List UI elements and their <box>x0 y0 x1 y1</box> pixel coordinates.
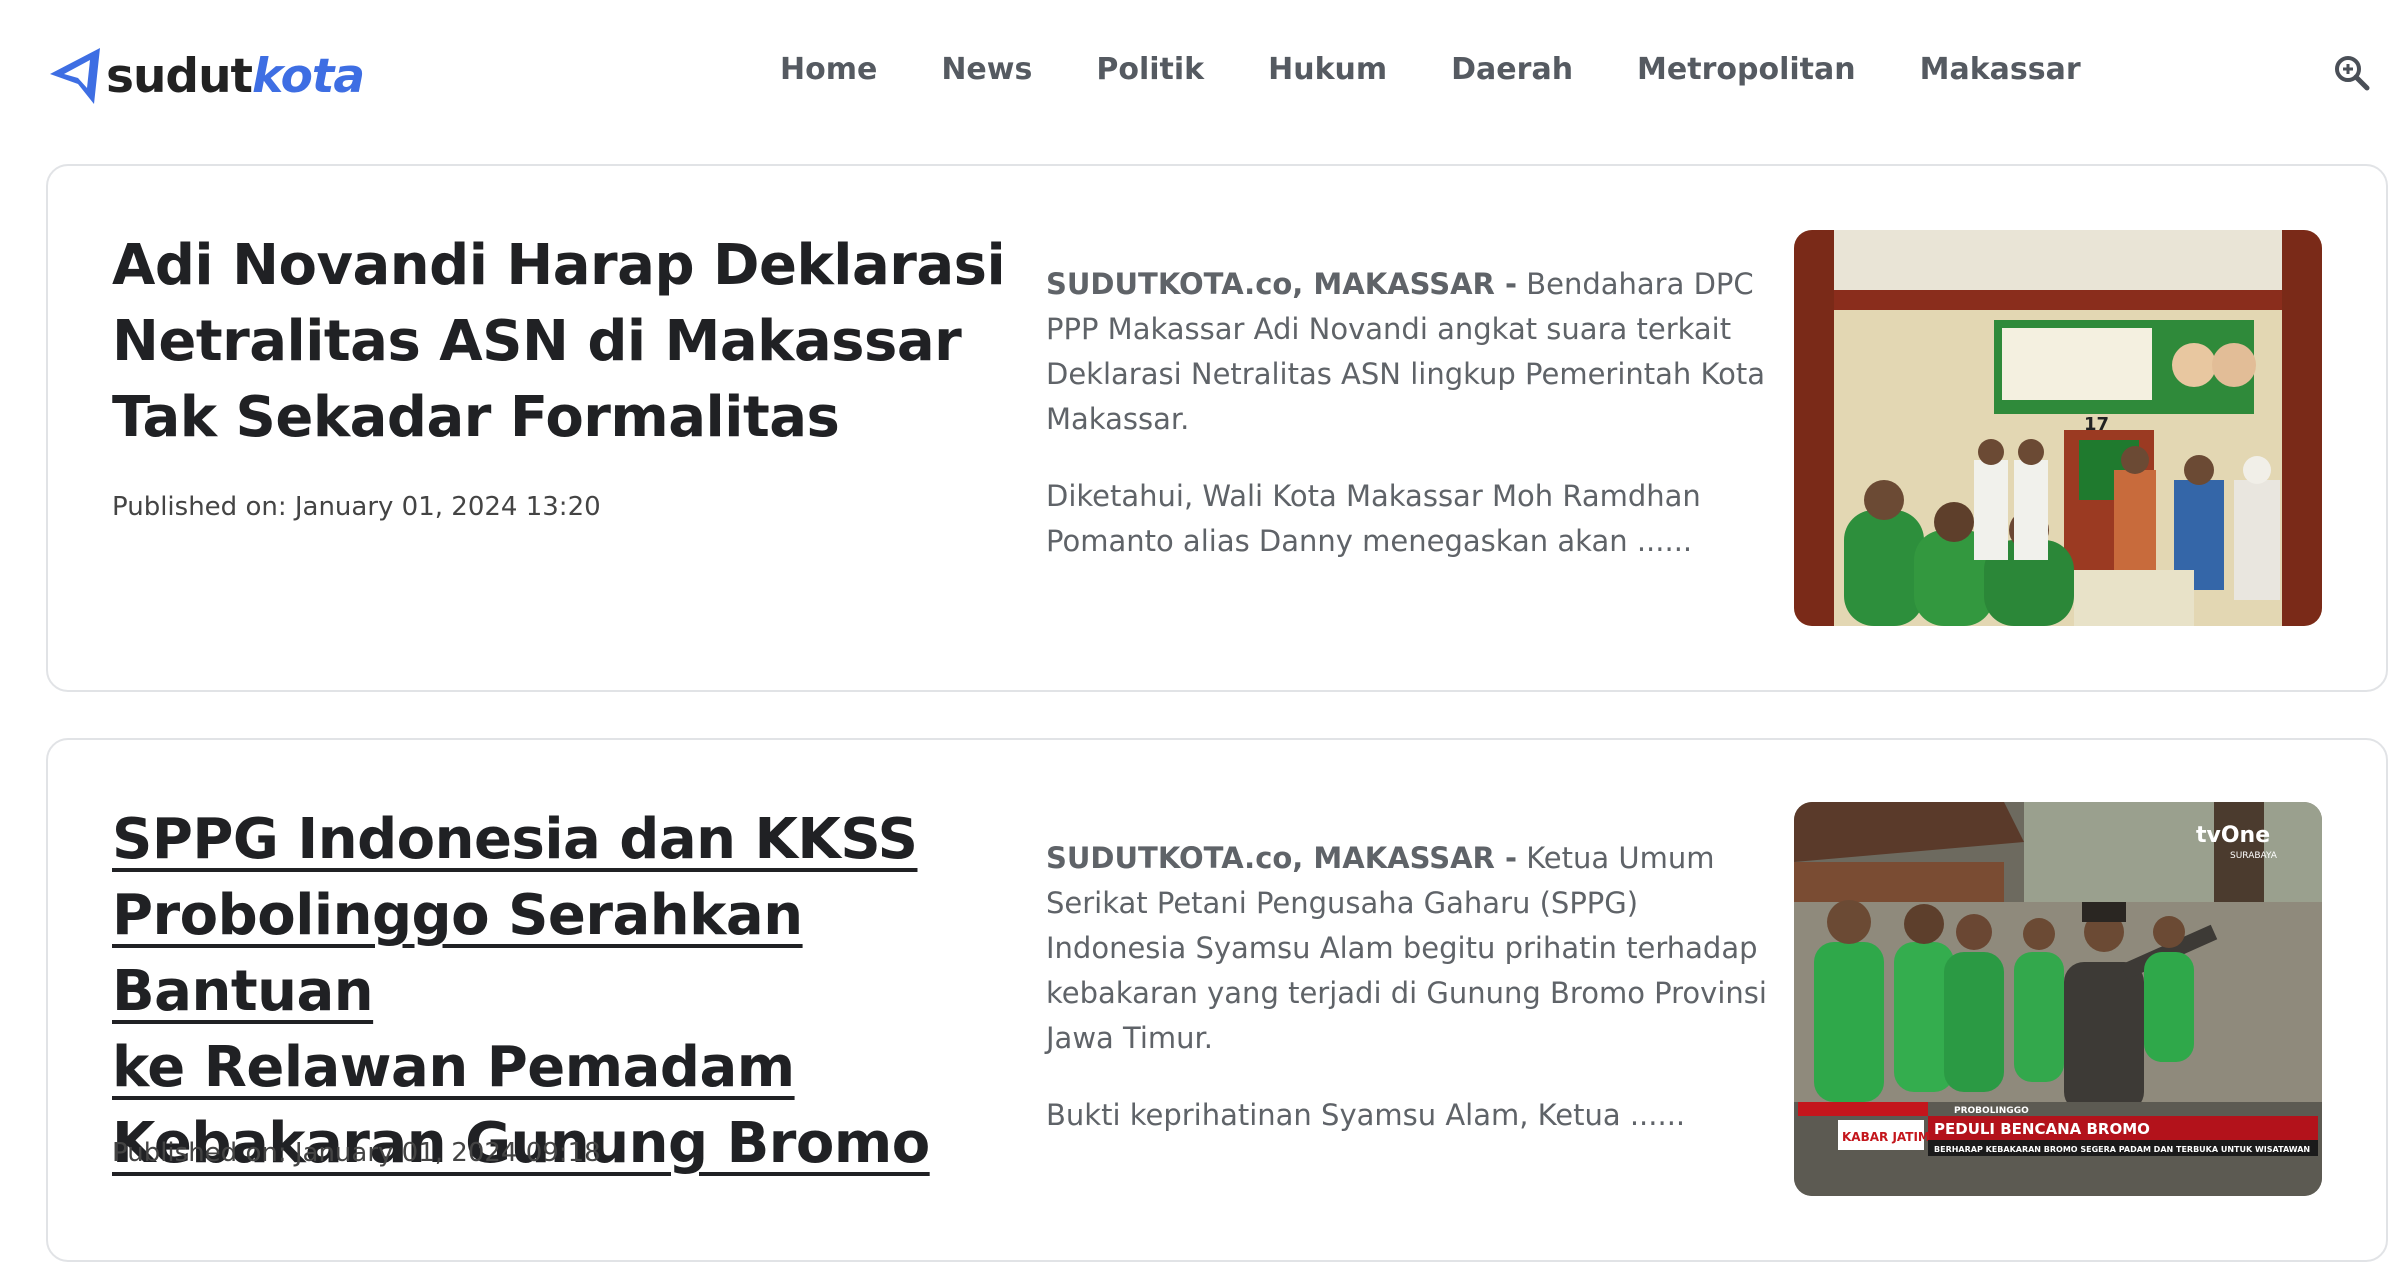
excerpt-paragraph-2: Bukti keprihatinan Syamsu Alam, Ketua ..… <box>1046 1098 1686 1132</box>
broadcast-headline: PEDULI BENCANA BROMO <box>1934 1120 2150 1138</box>
excerpt-paragraph-2: Diketahui, Wali Kota Makassar Moh Ramdha… <box>1046 479 1701 558</box>
article-card[interactable]: Adi Novandi Harap Deklarasi Netralitas A… <box>46 164 2388 692</box>
article-title[interactable]: SPPG Indonesia dan KKSS Probolinggo Sera… <box>112 802 1012 1182</box>
published-date: Published on: January 01, 2024 09:18 <box>112 1138 601 1168</box>
excerpt-paragraph: SUDUTKOTA.co, MAKASSAR - Ketua Umum Seri… <box>1046 836 1786 1061</box>
logo-arrow-icon <box>50 48 100 104</box>
nav-item-home[interactable]: Home <box>780 52 877 87</box>
nav-item-daerah[interactable]: Daerah <box>1451 52 1573 87</box>
article-card[interactable]: SPPG Indonesia dan KKSS Probolinggo Sera… <box>46 738 2388 1262</box>
broadcast-subheadline: BERHARAP KEBAKARAN BROMO SEGERA PADAM DA… <box>1934 1145 2310 1154</box>
nav-item-news[interactable]: News <box>941 52 1032 87</box>
nav-item-metropolitan[interactable]: Metropolitan <box>1637 52 1856 87</box>
thumbnail-photo-meeting: 17 <box>1794 230 2322 626</box>
broadcast-location: PROBOLINGGO <box>1954 1106 2029 1116</box>
article-title-line[interactable]: ke Relawan Pemadam <box>112 1035 795 1100</box>
article-title[interactable]: Adi Novandi Harap Deklarasi Netralitas A… <box>112 228 1012 456</box>
site-header: sudutkota Home News Politik Hukum Daerah… <box>0 0 2402 150</box>
nav-item-makassar[interactable]: Makassar <box>1920 52 2081 87</box>
article-excerpt: SUDUTKOTA.co, MAKASSAR - Bendahara DPC P… <box>1046 262 1786 596</box>
article-thumbnail[interactable]: tvOne SURABAYA PROBOLINGGO KABAR JATIM P… <box>1794 802 2322 1196</box>
program-logo: KABAR JATIM <box>1842 1130 1930 1144</box>
excerpt-paragraph: SUDUTKOTA.co, MAKASSAR - Bendahara DPC P… <box>1046 262 1786 442</box>
published-date: Published on: January 01, 2024 13:20 <box>112 492 601 522</box>
article-excerpt: SUDUTKOTA.co, MAKASSAR - Ketua Umum Seri… <box>1046 836 1786 1170</box>
logo-text-part2: kota <box>252 48 365 104</box>
site-logo[interactable]: sudutkota <box>46 40 365 112</box>
article-title-line[interactable]: Probolinggo Serahkan Bantuan <box>112 883 803 1024</box>
room-number: 17 <box>2084 414 2109 435</box>
nav-item-politik[interactable]: Politik <box>1096 52 1204 87</box>
dateline: SUDUTKOTA.co, MAKASSAR - <box>1046 841 1518 875</box>
channel-logo: tvOne <box>2196 823 2270 848</box>
article-thumbnail[interactable]: 17 <box>1794 230 2322 626</box>
logo-text: sudutkota <box>106 48 365 104</box>
search-icon[interactable] <box>2334 55 2370 91</box>
logo-text-part1: sudut <box>106 48 253 104</box>
thumbnail-photo-tv-broadcast: tvOne SURABAYA PROBOLINGGO KABAR JATIM P… <box>1794 802 2322 1196</box>
channel-sub: SURABAYA <box>2230 851 2278 861</box>
nav-item-hukum[interactable]: Hukum <box>1268 52 1387 87</box>
main-nav: Home News Politik Hukum Daerah Metropoli… <box>780 52 2145 87</box>
article-title-line[interactable]: SPPG Indonesia dan KKSS <box>112 807 918 872</box>
dateline: SUDUTKOTA.co, MAKASSAR - <box>1046 267 1518 301</box>
